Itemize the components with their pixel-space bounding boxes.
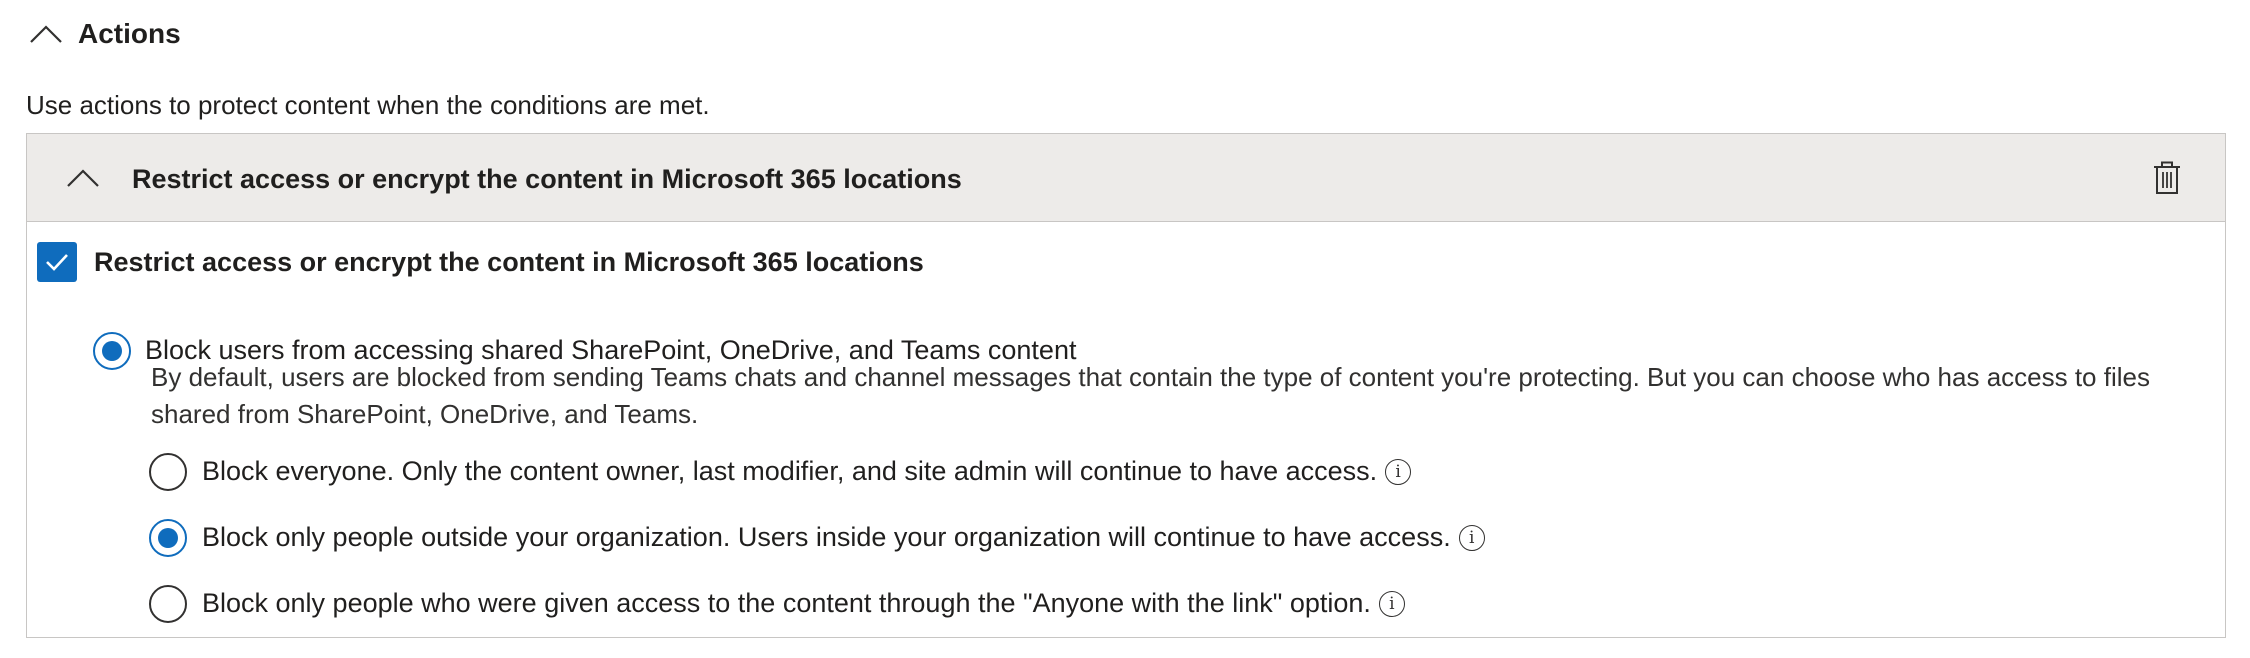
info-icon[interactable]: i (1378, 590, 1405, 617)
chevron-up-icon (26, 14, 66, 54)
action-panel-title: Restrict access or encrypt the content i… (132, 164, 962, 194)
block-users-radio[interactable] (93, 332, 131, 370)
action-panel-header: Restrict access or encrypt the content i… (27, 134, 2225, 222)
section-description: Use actions to protect content when the … (26, 90, 710, 120)
block-outside-org-option: Block only people outside your organizat… (202, 522, 1485, 553)
actions-section-toggle[interactable]: Actions (26, 14, 181, 54)
info-icon[interactable]: i (1458, 524, 1485, 551)
collapse-action-button[interactable] (63, 158, 103, 198)
block-outside-org-label: Block only people outside your organizat… (202, 522, 1451, 552)
trash-icon (2154, 161, 2180, 194)
block-anyone-link-radio[interactable] (149, 585, 187, 623)
block-everyone-option: Block everyone. Only the content owner, … (202, 456, 1412, 487)
checkmark-icon (46, 254, 68, 271)
block-anyone-link-label: Block only people who were given access … (202, 588, 1371, 618)
info-icon[interactable]: i (1385, 458, 1412, 485)
block-everyone-radio[interactable] (149, 453, 187, 491)
block-outside-org-radio[interactable] (149, 519, 187, 557)
block-anyone-link-option: Block only people who were given access … (202, 588, 1405, 619)
block-everyone-label: Block everyone. Only the content owner, … (202, 456, 1378, 486)
restrict-access-label: Restrict access or encrypt the content i… (94, 247, 924, 277)
delete-action-button[interactable] (2149, 160, 2185, 196)
action-panel: Restrict access or encrypt the content i… (26, 133, 2226, 638)
section-title: Actions (78, 18, 181, 49)
chevron-up-icon (67, 169, 99, 187)
restrict-access-checkbox[interactable] (37, 242, 77, 282)
block-users-help-text: By default, users are blocked from sendi… (151, 362, 2150, 429)
